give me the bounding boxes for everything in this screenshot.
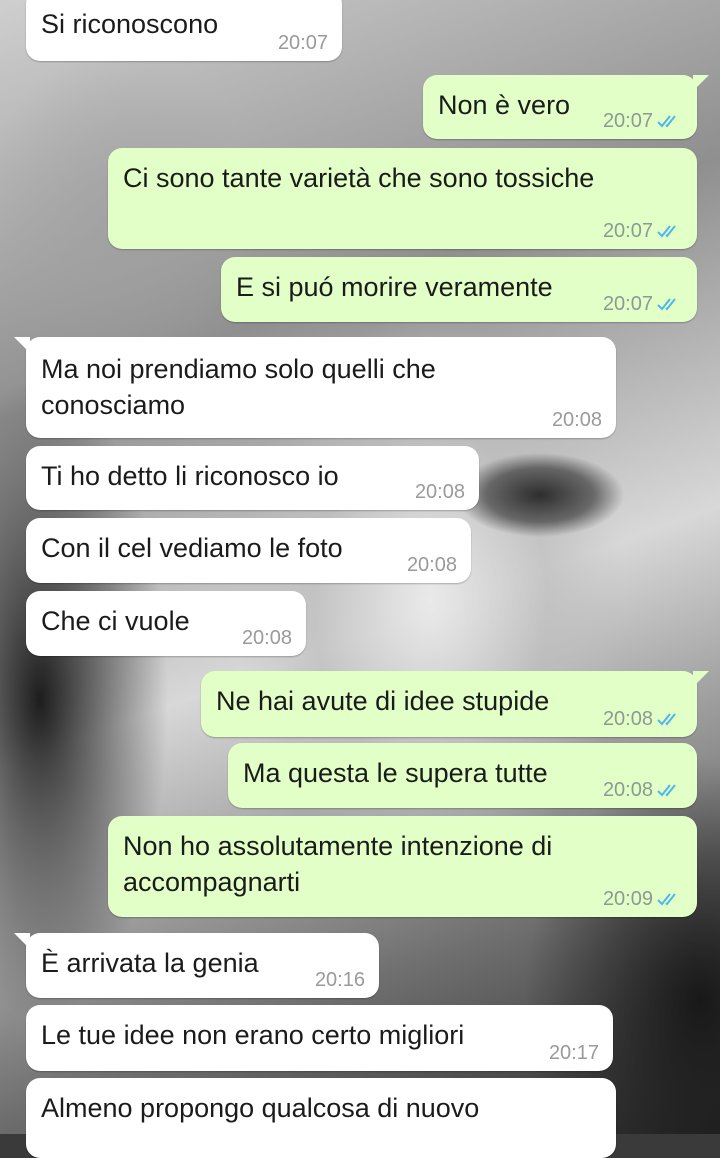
message-outgoing[interactable]: Ci sono tante varietà che sono tossiche … <box>108 148 697 249</box>
message-meta: 20:07 <box>603 219 683 243</box>
message-text: Che ci vuole <box>41 606 190 636</box>
message-incoming[interactable]: Almeno propongo qualcosa di nuovo <box>26 1078 616 1158</box>
message-time: 20:08 <box>414 481 465 503</box>
message-incoming[interactable]: Le tue idee non erano certo migliori 20:… <box>26 1005 613 1071</box>
message-meta: 20:17 <box>549 1041 599 1065</box>
message-text: Si riconoscono <box>41 9 219 39</box>
message-meta: 20:09 <box>603 887 683 911</box>
message-meta: 20:16 <box>315 968 365 992</box>
message-time: 20:07 <box>602 110 653 132</box>
message-incoming[interactable]: Ti ho detto li riconosco io 20:08 <box>26 446 479 510</box>
message-meta: 20:08 <box>407 553 457 577</box>
message-meta: 20:08 <box>415 480 465 504</box>
message-meta: 20:08 <box>603 707 683 731</box>
message-text: È arrivata la genia <box>41 948 259 978</box>
double-check-icon <box>657 225 676 238</box>
message-time: 20:08 <box>602 708 653 730</box>
message-text: Ma noi prendiamo solo quelli che conosci… <box>41 354 436 420</box>
message-text: E si puó morire veramente <box>236 272 553 302</box>
message-text: Con il cel vediamo le foto <box>41 533 343 563</box>
message-text: Ne hai avute di idee stupide <box>216 686 550 716</box>
message-time: 20:08 <box>602 779 653 801</box>
message-time: 20:07 <box>602 220 653 242</box>
message-meta: 20:07 <box>603 109 683 133</box>
double-check-icon <box>657 298 676 311</box>
message-time: 20:08 <box>406 554 457 576</box>
message-time: 20:07 <box>277 32 328 54</box>
message-outgoing[interactable]: Ma questa le supera tutte 20:08 <box>228 743 697 808</box>
message-time: 20:08 <box>241 627 292 649</box>
message-text: Almeno propongo qualcosa di nuovo <box>41 1093 480 1123</box>
message-incoming[interactable]: Con il cel vediamo le foto 20:08 <box>26 518 471 583</box>
message-text: Non è vero <box>438 90 571 120</box>
message-outgoing[interactable]: Ne hai avute di idee stupide 20:08 <box>201 671 709 737</box>
message-incoming[interactable]: Che ci vuole 20:08 <box>26 591 306 656</box>
message-meta: 20:08 <box>242 626 292 650</box>
message-time: 20:17 <box>548 1042 599 1064</box>
message-text: Le tue idee non erano certo migliori <box>41 1020 465 1050</box>
message-text: Ci sono tante varietà che sono tossiche <box>123 163 595 193</box>
double-check-icon <box>657 713 676 726</box>
message-outgoing[interactable]: Non ho assolutamente intenzione di accom… <box>108 816 697 917</box>
message-meta: 20:07 <box>603 292 683 316</box>
message-text: Non ho assolutamente intenzione di accom… <box>123 831 553 897</box>
message-text: Ti ho detto li riconosco io <box>41 461 339 491</box>
message-incoming[interactable]: Ma noi prendiamo solo quelli che conosci… <box>14 337 616 438</box>
message-meta: 20:08 <box>603 778 683 802</box>
message-outgoing[interactable]: Non è vero 20:07 <box>423 75 709 139</box>
message-meta: 20:07 <box>278 31 328 55</box>
double-check-icon <box>657 784 676 797</box>
message-time: 20:08 <box>551 409 602 431</box>
message-time: 20:16 <box>314 969 365 991</box>
message-incoming[interactable]: Si riconoscono 20:07 <box>26 0 342 61</box>
double-check-icon <box>657 893 676 906</box>
message-text: Ma questa le supera tutte <box>243 758 548 788</box>
message-incoming[interactable]: È arrivata la genia 20:16 <box>14 933 379 998</box>
message-meta: 20:08 <box>552 408 602 432</box>
double-check-icon <box>657 115 676 128</box>
message-outgoing[interactable]: E si puó morire veramente 20:07 <box>221 257 697 322</box>
message-time: 20:09 <box>602 888 653 910</box>
message-time: 20:07 <box>602 293 653 315</box>
